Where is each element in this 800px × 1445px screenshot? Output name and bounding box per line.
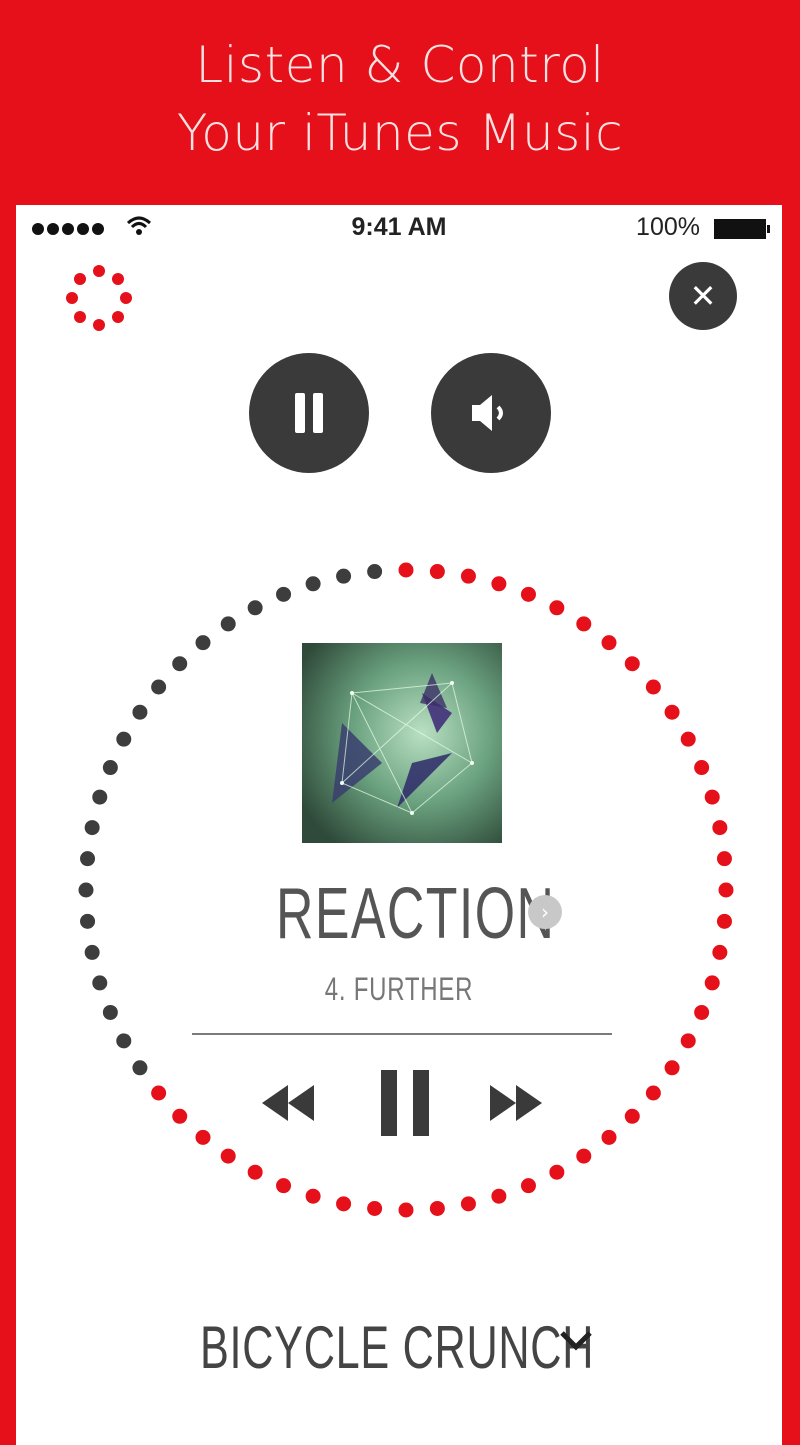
song-detail-button[interactable]: ›	[528, 895, 562, 929]
ring-dot	[78, 882, 94, 898]
track-name: 4. FURTHER	[324, 971, 474, 1007]
ring-dot	[84, 820, 100, 836]
ring-dot	[460, 568, 476, 584]
fast-forward-icon	[490, 1085, 542, 1121]
ring-dot	[576, 1148, 592, 1164]
ring-dot	[664, 704, 680, 720]
pause-icon	[381, 1070, 429, 1136]
ring-dot	[645, 679, 661, 695]
close-button[interactable]: ✕	[669, 262, 737, 330]
rewind-button[interactable]	[256, 1073, 320, 1133]
ring-dot	[712, 820, 728, 836]
ring-dot	[305, 576, 321, 592]
ring-dot	[116, 1033, 132, 1049]
promo-banner: Listen & Control Your iTunes Music	[0, 0, 800, 200]
ring-dot	[624, 656, 640, 672]
ring-dot	[247, 600, 263, 616]
banner-title-line-1: Listen & Control	[195, 36, 605, 94]
ring-dot	[712, 944, 728, 960]
workout-name[interactable]: BICYCLE CRUNCH	[200, 1313, 594, 1382]
pause-icon	[295, 393, 323, 433]
ring-dot	[704, 789, 720, 805]
ring-dot	[102, 760, 118, 776]
pause-button[interactable]	[249, 353, 369, 473]
ring-dot	[336, 1196, 352, 1212]
album-art	[302, 643, 502, 843]
ring-dot	[664, 1060, 680, 1076]
volume-button[interactable]	[431, 353, 551, 473]
chevron-down-icon[interactable]	[556, 1327, 596, 1355]
fast-forward-button[interactable]	[484, 1073, 548, 1133]
song-title: REACTION	[276, 874, 556, 954]
ring-dot	[195, 635, 211, 651]
progress-divider	[192, 1033, 612, 1035]
ring-dot	[601, 635, 617, 651]
ring-dot	[132, 704, 148, 720]
ring-dot	[680, 1033, 696, 1049]
battery-percent: 100%	[636, 213, 700, 241]
play-pause-button[interactable]	[374, 1063, 438, 1143]
ring-dot	[247, 1164, 263, 1180]
ring-dot	[680, 731, 696, 747]
ring-dot	[520, 1178, 536, 1194]
ring-dot	[80, 851, 96, 867]
ring-dot	[80, 913, 96, 929]
phone-screen: 9:41 AM 100% ✕ REACTION › 4. FURTHER BIC…	[16, 205, 782, 1445]
ring-dot	[694, 760, 710, 776]
ring-dot	[92, 975, 108, 991]
volume-icon	[472, 395, 503, 431]
ring-dot	[84, 944, 100, 960]
ring-dot	[367, 1200, 383, 1216]
ring-dot	[151, 679, 167, 695]
chevron-right-icon: ›	[541, 900, 549, 924]
ring-dot	[195, 1129, 211, 1145]
ring-dot	[491, 576, 507, 592]
ring-dot	[624, 1108, 640, 1124]
ring-dot	[704, 975, 720, 991]
ring-dot	[549, 600, 565, 616]
ring-dot	[601, 1129, 617, 1145]
dotted-spinner-logo-icon[interactable]	[64, 263, 134, 333]
battery-icon	[714, 219, 770, 239]
ring-dot	[172, 656, 188, 672]
ring-dot	[694, 1004, 710, 1020]
ring-dot	[429, 564, 445, 580]
ring-dot	[116, 731, 132, 747]
ring-dot	[520, 586, 536, 602]
ring-dot	[460, 1196, 476, 1212]
ring-dot	[305, 1188, 321, 1204]
ring-dot	[367, 564, 383, 580]
ring-dot	[151, 1085, 167, 1101]
ring-dot	[718, 882, 734, 898]
ring-dot	[92, 789, 108, 805]
ring-dot	[276, 586, 292, 602]
ring-dot	[491, 1188, 507, 1204]
ring-dot	[716, 913, 732, 929]
banner-title-line-2: Your iTunes Music	[176, 104, 624, 162]
ring-dot	[716, 851, 732, 867]
ring-dot	[220, 616, 236, 632]
ring-dot	[398, 562, 414, 578]
ring-dot	[645, 1085, 661, 1101]
ring-dot	[172, 1108, 188, 1124]
close-icon: ✕	[689, 277, 717, 315]
ring-dot	[132, 1060, 148, 1076]
ring-dot	[429, 1200, 445, 1216]
ring-dot	[220, 1148, 236, 1164]
ring-dot	[576, 616, 592, 632]
rewind-icon	[262, 1085, 314, 1121]
ring-dot	[336, 568, 352, 584]
ring-dot	[276, 1178, 292, 1194]
ring-dot	[549, 1164, 565, 1180]
ring-dot	[398, 1202, 414, 1218]
